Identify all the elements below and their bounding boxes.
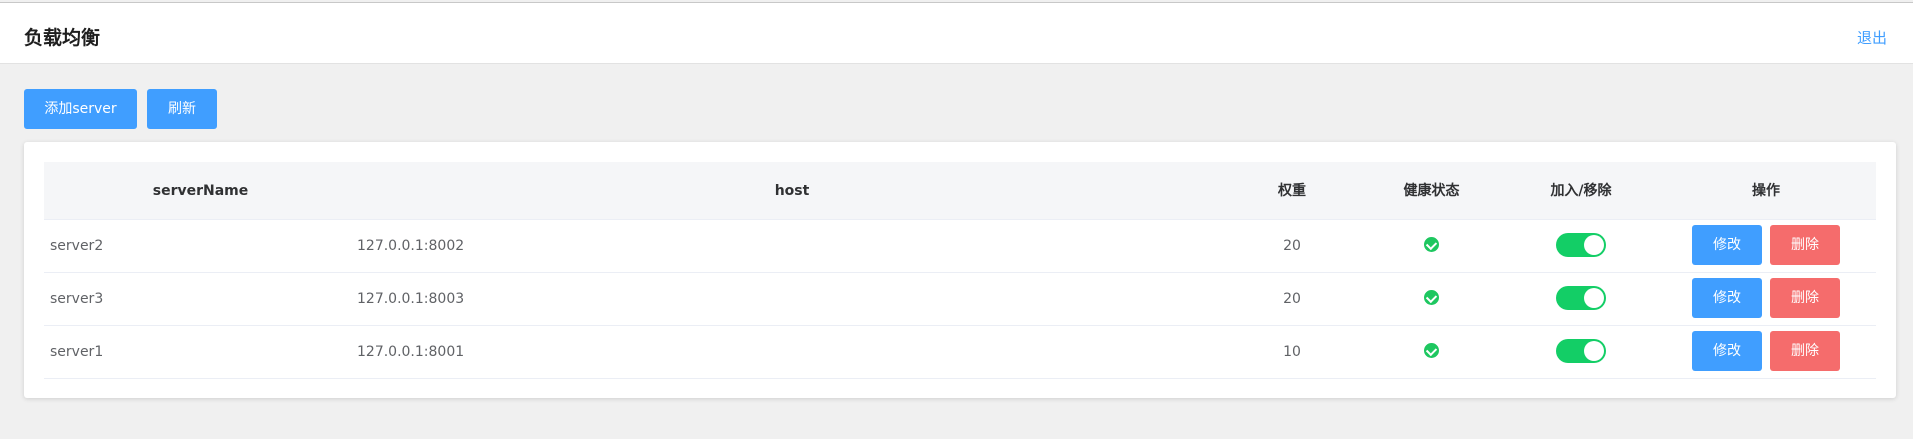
- cell-actions: 修改 删除: [1656, 326, 1876, 379]
- column-header-actions: 操作: [1752, 183, 1780, 199]
- enable-toggle[interactable]: [1556, 338, 1606, 363]
- table-row: server2 127.0.0.1:8002 20 修改 删除: [44, 220, 1876, 273]
- server-table-card: serverName host 权重 健康状态 加入/移除 操作 server2…: [24, 142, 1896, 398]
- column-header-join-remove: 加入/移除: [1550, 183, 1612, 199]
- add-server-button[interactable]: 添加server: [24, 89, 137, 129]
- cell-weight: 10: [1283, 344, 1301, 360]
- enable-toggle[interactable]: [1556, 285, 1606, 310]
- enable-toggle[interactable]: [1556, 232, 1606, 257]
- cell-join-remove: [1506, 273, 1656, 326]
- column-header-servername: serverName: [152, 183, 249, 199]
- cell-actions: 修改 删除: [1656, 220, 1876, 273]
- cell-host: 127.0.0.1:8003: [357, 291, 465, 307]
- cell-weight: 20: [1283, 291, 1301, 307]
- cell-server-name: server2: [50, 238, 104, 254]
- check-circle-icon: [1424, 343, 1439, 358]
- logout-link[interactable]: 退出: [1857, 27, 1887, 48]
- edit-button[interactable]: 修改: [1692, 224, 1762, 265]
- table-row: server1 127.0.0.1:8001 10 修改 删除: [44, 326, 1876, 379]
- top-bar: 负载均衡 退出: [0, 2, 1913, 64]
- column-header-weight: 权重: [1278, 183, 1306, 199]
- cell-actions: 修改 删除: [1656, 273, 1876, 326]
- server-table: serverName host 权重 健康状态 加入/移除 操作 server2…: [44, 162, 1876, 379]
- cell-join-remove: [1506, 326, 1656, 379]
- cell-join-remove: [1506, 220, 1656, 273]
- edit-button[interactable]: 修改: [1692, 277, 1762, 318]
- cell-health: [1357, 326, 1506, 379]
- delete-button[interactable]: 删除: [1770, 330, 1840, 371]
- cell-health: [1357, 220, 1506, 273]
- delete-button[interactable]: 删除: [1770, 224, 1840, 265]
- page-title: 负载均衡: [24, 27, 101, 49]
- table-header: serverName host 权重 健康状态 加入/移除 操作: [44, 162, 1876, 220]
- check-circle-icon: [1424, 290, 1439, 305]
- column-header-host: host: [774, 183, 810, 199]
- column-header-health: 健康状态: [1403, 183, 1460, 199]
- refresh-button[interactable]: 刷新: [147, 89, 217, 129]
- cell-health: [1357, 273, 1506, 326]
- check-circle-icon: [1424, 237, 1439, 252]
- cell-server-name: server1: [50, 344, 104, 360]
- cell-server-name: server3: [50, 291, 104, 307]
- delete-button[interactable]: 删除: [1770, 277, 1840, 318]
- table-row: server3 127.0.0.1:8003 20 修改 删除: [44, 273, 1876, 326]
- cell-weight: 20: [1283, 238, 1301, 254]
- cell-host: 127.0.0.1:8002: [357, 238, 465, 254]
- cell-host: 127.0.0.1:8001: [357, 344, 465, 360]
- edit-button[interactable]: 修改: [1692, 330, 1762, 371]
